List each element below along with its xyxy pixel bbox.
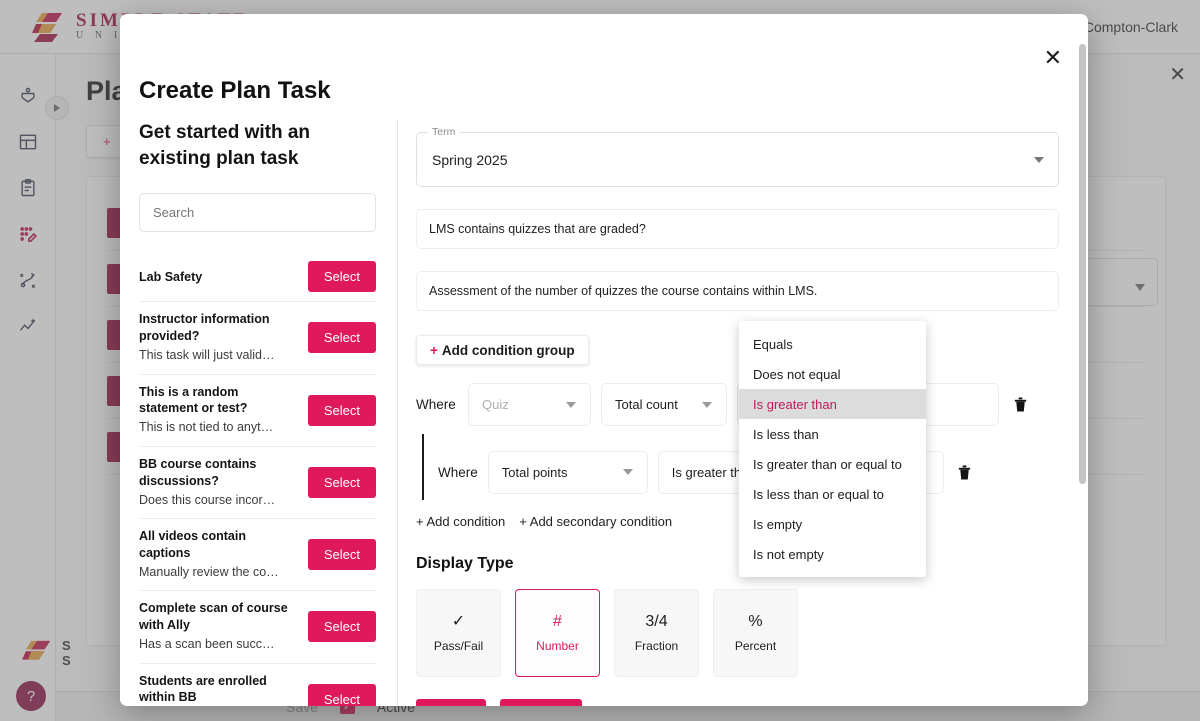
display-type-label: Percent: [735, 639, 776, 653]
display-type-label: Pass/Fail: [434, 639, 483, 653]
where-label-secondary: Where: [438, 465, 478, 480]
task-title: BB course contains discussions?: [139, 456, 291, 490]
task-title: This is a random statement or test?: [139, 384, 291, 418]
task-texts: Lab Safety: [139, 268, 291, 287]
task-texts: BB course contains discussions? Does thi…: [139, 456, 291, 509]
existing-task-heading: Get started with an existing plan task: [139, 120, 369, 171]
term-select[interactable]: Term Spring 2025: [416, 132, 1059, 187]
dropdown-option-is-less-than-or-equal-to[interactable]: Is less than or equal to: [739, 479, 926, 509]
plus-icon: +: [430, 343, 438, 358]
select-button[interactable]: Select: [308, 395, 376, 426]
secondary-metric-select[interactable]: Total points: [488, 451, 648, 494]
condition-metric-value: Total count: [615, 397, 678, 412]
task-texts: Students are enrolled within BB Validati…: [139, 673, 291, 706]
task-title: Complete scan of course with Ally: [139, 600, 291, 634]
nested-condition-wrapper: Where Total points Is greater than: [416, 434, 1060, 500]
task-texts: This is a random statement or test? This…: [139, 384, 291, 437]
condition-source-value: Quiz: [482, 397, 509, 412]
display-type-fraction[interactable]: 3/4 Fraction: [614, 589, 699, 677]
condition-add-links: + Add condition + Add secondary conditio…: [416, 514, 1060, 529]
existing-task-panel: Get started with an existing plan task L…: [120, 120, 398, 706]
list-item[interactable]: BB course contains discussions? Does thi…: [139, 447, 376, 519]
display-type-label: Fraction: [635, 639, 678, 653]
dropdown-option-is-less-than[interactable]: Is less than: [739, 419, 926, 449]
save-button[interactable]: Save: [416, 699, 486, 706]
display-type-pass-fail[interactable]: ✓ Pass/Fail: [416, 589, 501, 677]
modal-overlay: ✕ Create Plan Task Get started with an e…: [0, 0, 1200, 721]
chevron-down-icon: [702, 402, 712, 408]
modal-title: Create Plan Task: [139, 77, 331, 105]
dropdown-option-equals[interactable]: Equals: [739, 329, 926, 359]
check-icon: ✓: [452, 614, 465, 630]
task-description: This task will just valid…: [139, 347, 291, 365]
display-type-title: Display Type: [416, 555, 1060, 573]
dropdown-option-does-not-equal[interactable]: Does not equal: [739, 359, 926, 389]
task-description-field[interactable]: Assessment of the number of quizzes the …: [416, 271, 1059, 311]
task-description: Does this course incor…: [139, 492, 291, 510]
select-button[interactable]: Select: [308, 684, 376, 706]
add-secondary-condition-link[interactable]: + Add secondary condition: [519, 514, 672, 529]
task-title: Instructor information provided?: [139, 311, 291, 345]
add-condition-group-button[interactable]: + Add condition group: [416, 335, 589, 365]
modal-body: Get started with an existing plan task L…: [120, 120, 1088, 706]
select-button[interactable]: Select: [308, 322, 376, 353]
task-name-field[interactable]: LMS contains quizzes that are graded?: [416, 209, 1059, 249]
select-button[interactable]: Select: [308, 611, 376, 642]
display-type-label: Number: [536, 639, 579, 653]
display-type-options: ✓ Pass/Fail # Number 3/4 Fraction % Perc…: [416, 589, 1060, 677]
task-title: Students are enrolled within BB: [139, 673, 291, 706]
add-condition-group-label: Add condition group: [442, 343, 575, 358]
task-texts: Complete scan of course with Ally Has a …: [139, 600, 291, 653]
fraction-icon: 3/4: [645, 614, 667, 630]
task-description: This is not tied to anyt…: [139, 419, 291, 437]
select-button[interactable]: Select: [308, 261, 376, 292]
dropdown-option-is-greater-than[interactable]: Is greater than: [739, 389, 926, 419]
list-item[interactable]: Students are enrolled within BB Validati…: [139, 664, 376, 706]
existing-task-list: Lab Safety Select Instructor information…: [139, 252, 376, 706]
secondary-metric-value: Total points: [502, 465, 568, 480]
task-title: Lab Safety: [139, 270, 202, 284]
modal-close-button[interactable]: ✕: [1044, 47, 1062, 69]
task-texts: All videos contain captions Manually rev…: [139, 528, 291, 581]
cancel-button[interactable]: Cancel: [500, 699, 582, 706]
operator-dropdown-menu[interactable]: Equals Does not equal Is greater than Is…: [739, 321, 926, 577]
list-item[interactable]: Complete scan of course with Ally Has a …: [139, 591, 376, 663]
select-button[interactable]: Select: [308, 539, 376, 570]
dropdown-option-is-greater-than-or-equal-to[interactable]: Is greater than or equal to: [739, 449, 926, 479]
list-item[interactable]: This is a random statement or test? This…: [139, 375, 376, 447]
term-value: Spring 2025: [432, 152, 508, 168]
list-item[interactable]: Lab Safety Select: [139, 252, 376, 302]
select-button[interactable]: Select: [308, 467, 376, 498]
dropdown-option-is-empty[interactable]: Is empty: [739, 509, 926, 539]
term-label: Term: [428, 126, 459, 138]
dropdown-option-is-not-empty[interactable]: Is not empty: [739, 539, 926, 569]
where-label: Where: [416, 397, 458, 412]
task-texts: Instructor information provided? This ta…: [139, 311, 291, 364]
chevron-down-icon: [623, 469, 633, 475]
condition-row-primary: Where Quiz Total count: [416, 383, 1060, 426]
task-description: Manually review the co…: [139, 564, 291, 582]
task-description-value: Assessment of the number of quizzes the …: [429, 284, 817, 298]
add-condition-link[interactable]: + Add condition: [416, 514, 505, 529]
list-item[interactable]: Instructor information provided? This ta…: [139, 302, 376, 374]
percent-icon: %: [748, 614, 762, 630]
task-description: Has a scan been succ…: [139, 636, 291, 654]
create-plan-task-modal: ✕ Create Plan Task Get started with an e…: [120, 14, 1088, 706]
condition-source-select[interactable]: Quiz: [468, 383, 591, 426]
condition-metric-select[interactable]: Total count: [601, 383, 727, 426]
task-name-value: LMS contains quizzes that are graded?: [429, 222, 646, 236]
modal-action-buttons: Save Cancel: [416, 699, 1060, 706]
task-title: All videos contain captions: [139, 528, 291, 562]
list-item[interactable]: All videos contain captions Manually rev…: [139, 519, 376, 591]
trash-icon[interactable]: [954, 461, 976, 483]
chevron-down-icon: [566, 402, 576, 408]
chevron-down-icon: [1034, 157, 1044, 163]
nesting-indicator: [422, 434, 424, 500]
hash-icon: #: [553, 614, 562, 630]
display-type-percent[interactable]: % Percent: [713, 589, 798, 677]
search-input[interactable]: [139, 193, 376, 232]
display-type-number[interactable]: # Number: [515, 589, 600, 677]
trash-icon[interactable]: [1009, 394, 1031, 416]
